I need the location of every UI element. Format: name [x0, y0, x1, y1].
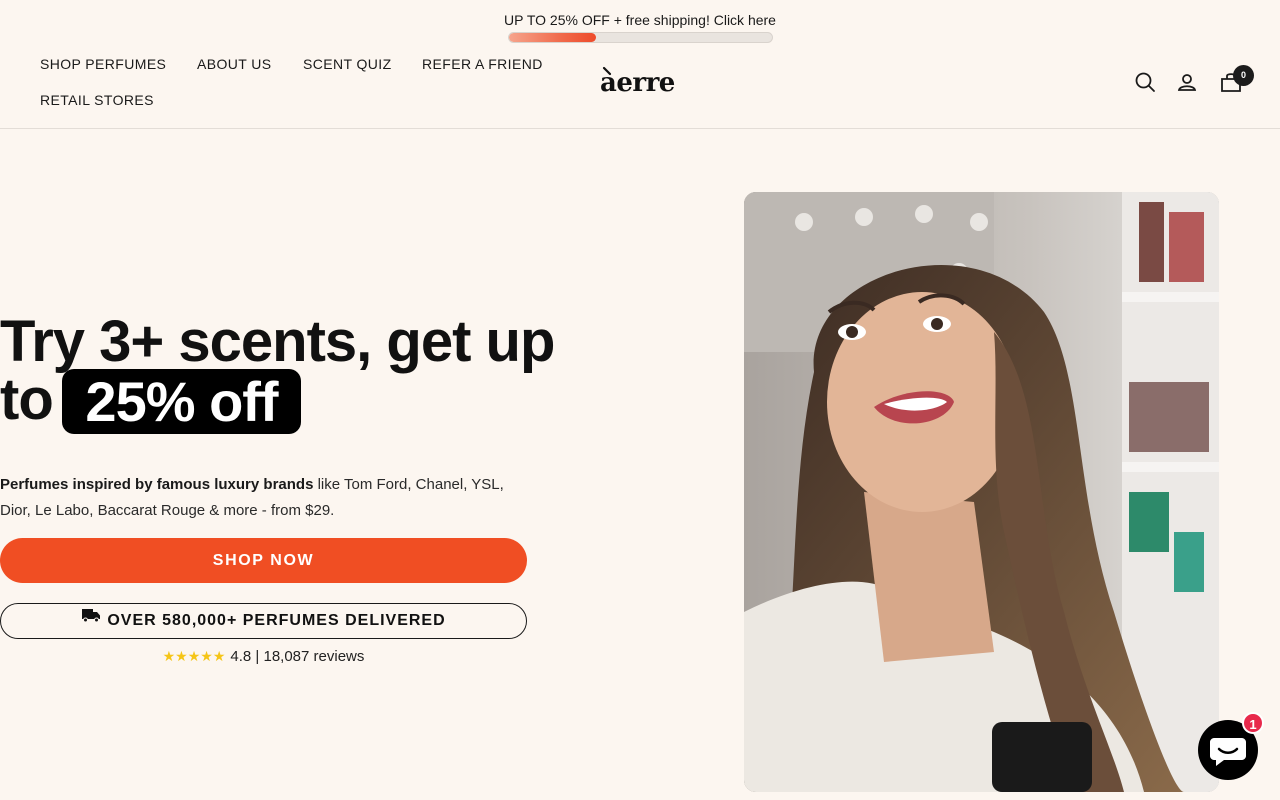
nav-scent-quiz[interactable]: SCENT QUIZ — [303, 56, 392, 72]
discount-highlight: 25% off — [62, 369, 301, 434]
delivered-label: OVER 580,000+ PERFUMES DELIVERED — [107, 612, 446, 629]
truck-icon — [81, 602, 101, 636]
logo-wordmark: aerre — [600, 68, 675, 97]
chat-notification-badge: 1 — [1242, 712, 1264, 734]
brand-logo[interactable]: aerre — [600, 65, 680, 98]
site-header: SHOP PERFUMES ABOUT US SCENT QUIZ REFER … — [0, 48, 1280, 129]
rating-text: 4.8 | 18,087 reviews — [230, 648, 365, 665]
nav-refer-a-friend[interactable]: REFER A FRIEND — [422, 56, 543, 72]
announcement-bar[interactable]: UP TO 25% OFF + free shipping! Click her… — [0, 0, 1280, 48]
announcement-text[interactable]: UP TO 25% OFF + free shipping! Click her… — [0, 12, 1280, 28]
account-icon[interactable] — [1175, 70, 1199, 94]
free-shipping-progress — [508, 32, 773, 43]
rating-stars: ★★★★★ — [162, 648, 226, 664]
shop-now-button[interactable]: SHOP NOW — [0, 538, 527, 583]
nav-retail-stores[interactable]: RETAIL STORES — [40, 92, 154, 108]
search-icon[interactable] — [1133, 70, 1157, 94]
nav-about-us[interactable]: ABOUT US — [197, 56, 272, 72]
progress-fill — [509, 33, 596, 42]
hero-video-frame — [744, 192, 1219, 792]
hero-video[interactable] — [744, 192, 1219, 792]
review-summary[interactable]: ★★★★★ 4.8 | 18,087 reviews — [0, 648, 527, 665]
nav-shop-perfumes[interactable]: SHOP PERFUMES — [40, 56, 166, 72]
brand-logo-mark: aerre — [600, 66, 675, 98]
hero-description: Perfumes inspired by famous luxury brand… — [0, 472, 530, 524]
hero-description-bold: Perfumes inspired by famous luxury brand… — [0, 476, 314, 493]
hero-title-line1: Try 3+ scents, get up — [0, 309, 555, 374]
delivered-banner: OVER 580,000+ PERFUMES DELIVERED — [0, 603, 527, 639]
cart-count-badge[interactable]: 0 — [1233, 65, 1254, 86]
hero-title-line2: to — [0, 367, 54, 432]
